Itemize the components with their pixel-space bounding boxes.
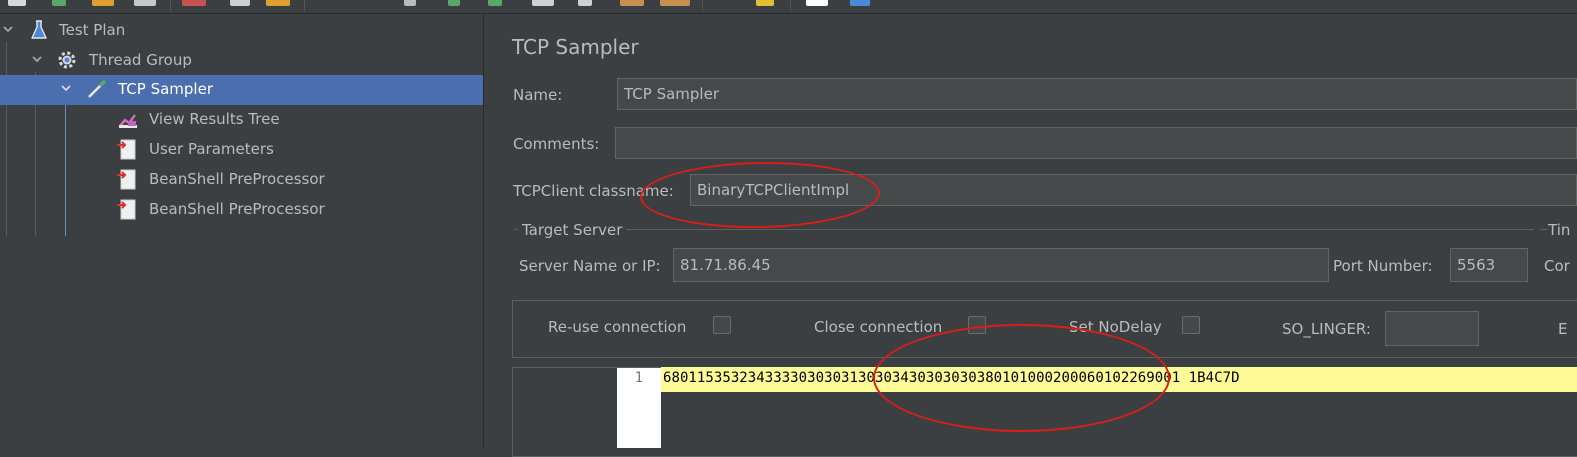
pipette-icon	[88, 79, 107, 98]
expand-icon[interactable]	[404, 0, 416, 6]
search-icon[interactable]	[756, 0, 774, 6]
function-helper-icon[interactable]	[806, 0, 828, 6]
new-icon[interactable]	[8, 0, 26, 6]
timeouts-label: Tin	[1548, 221, 1571, 239]
toolbar-separator	[790, 0, 791, 11]
cut-icon[interactable]	[182, 0, 206, 6]
preprocessor-icon	[117, 169, 136, 190]
name-label: Name:	[513, 86, 563, 104]
tree-item-thread-group[interactable]: Thread Group	[0, 46, 483, 76]
tree-item-beanshell-preprocessor[interactable]: BeanShell PreProcessor	[0, 165, 483, 195]
tree-item-label: User Parameters	[149, 140, 274, 158]
reuse-connection-label: Re-use connection	[548, 318, 687, 336]
chevron-down-icon[interactable]	[31, 53, 43, 65]
connect-timeout-label: Cor	[1544, 257, 1570, 275]
toolbar-separator	[170, 0, 171, 11]
templates-icon[interactable]	[52, 0, 66, 6]
tree-item-view-results-tree[interactable]: View Results Tree	[0, 105, 483, 135]
toolbar-separator	[304, 0, 305, 11]
comments-label: Comments:	[513, 135, 600, 153]
line-number: 1	[634, 370, 643, 386]
target-server-label: Target Server	[518, 221, 627, 239]
gear-icon	[58, 51, 76, 69]
tree-item-beanshell-preprocessor[interactable]: BeanShell PreProcessor	[0, 195, 483, 225]
toolbar-separator	[702, 0, 703, 11]
preprocessor-icon	[117, 139, 136, 160]
start-no-pause-icon[interactable]	[488, 0, 502, 6]
tree-item-user-parameters[interactable]: User Parameters	[0, 135, 483, 165]
page-title: TCP Sampler	[512, 35, 639, 59]
toolbar	[0, 0, 1577, 14]
server-label: Server Name or IP:	[519, 257, 661, 275]
chevron-down-icon[interactable]	[2, 23, 14, 35]
port-label: Port Number:	[1333, 257, 1433, 275]
tree-item-label: BeanShell PreProcessor	[149, 200, 325, 218]
save-icon[interactable]	[134, 0, 156, 6]
copy-icon[interactable]	[230, 0, 250, 6]
nodelay-checkbox[interactable]	[1182, 316, 1200, 334]
timeouts-border	[1540, 229, 1548, 230]
help-icon[interactable]	[850, 0, 870, 6]
target-server-border	[514, 229, 1534, 230]
tree-item-label: Test Plan	[59, 21, 126, 39]
preprocessor-icon	[117, 199, 136, 220]
start-icon[interactable]	[448, 0, 460, 6]
results-chart-icon	[119, 114, 137, 128]
port-field[interactable]: 5563	[1450, 248, 1528, 282]
tree-item-label: View Results Tree	[149, 110, 280, 128]
paste-icon[interactable]	[266, 0, 290, 6]
tree-item-label: TCP Sampler	[118, 80, 213, 98]
comments-field[interactable]	[615, 127, 1577, 159]
reuse-connection-checkbox[interactable]	[713, 316, 731, 334]
server-field[interactable]: 81.71.86.45	[673, 248, 1329, 282]
eol-byte-label: E	[1558, 320, 1568, 338]
test-plan-tree: Test Plan Thread Group TCP Sampler View …	[0, 14, 483, 448]
chevron-down-icon[interactable]	[60, 82, 72, 94]
open-icon[interactable]	[92, 0, 114, 6]
clear-all-icon[interactable]	[660, 0, 690, 6]
close-connection-label: Close connection	[814, 318, 943, 336]
tree-item-label: BeanShell PreProcessor	[149, 170, 325, 188]
tree-item-tcp-sampler[interactable]: TCP Sampler	[0, 75, 483, 105]
flask-icon	[31, 20, 47, 39]
tree-item-label: Thread Group	[89, 51, 192, 69]
shutdown-icon[interactable]	[578, 0, 592, 6]
clear-icon[interactable]	[620, 0, 644, 6]
stop-icon[interactable]	[532, 0, 554, 6]
solinger-field[interactable]	[1385, 311, 1479, 346]
name-field[interactable]: TCP Sampler	[617, 78, 1577, 110]
solinger-label: SO_LINGER:	[1282, 320, 1371, 338]
annotation-ellipse	[873, 324, 1170, 432]
tree-item-test-plan[interactable]: Test Plan	[0, 16, 483, 46]
panel-splitter[interactable]	[483, 14, 496, 448]
